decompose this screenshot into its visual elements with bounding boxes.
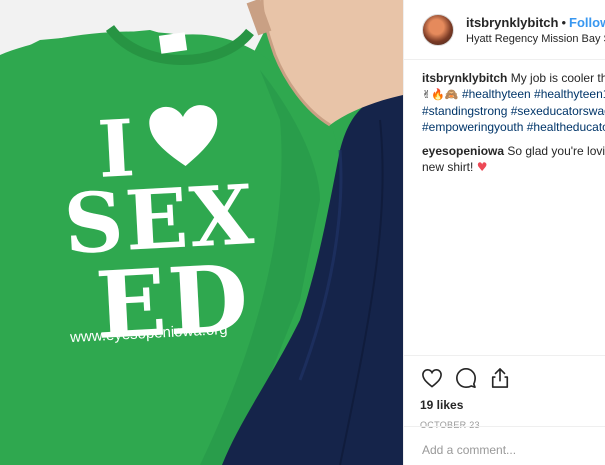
post-side-panel: itsbrynklybitch•Follow Hyatt Regency Mis… bbox=[403, 0, 605, 465]
comment-text: So glad you're loving y bbox=[507, 144, 605, 158]
hashtag-link[interactable]: #healthyteen18 bbox=[534, 87, 605, 101]
header-username[interactable]: itsbrynklybitch bbox=[466, 15, 558, 30]
add-comment-input[interactable] bbox=[422, 443, 592, 457]
instagram-post: I SEX ED www.eyesopeniowa.org itsbrynkly… bbox=[0, 0, 605, 465]
post-photo[interactable]: I SEX ED www.eyesopeniowa.org bbox=[0, 0, 403, 465]
header-row: itsbrynklybitch•Follow bbox=[466, 15, 605, 30]
comment-item: eyesopeniowa So glad you're loving y new… bbox=[422, 143, 605, 175]
heart-outline-icon[interactable] bbox=[420, 366, 444, 390]
header-separator: • bbox=[561, 14, 567, 30]
caption: itsbrynklybitch My job is cooler than y … bbox=[422, 70, 605, 135]
hashtag-link[interactable]: #healthyteen bbox=[462, 87, 531, 101]
likes-count[interactable]: 19 likes bbox=[420, 398, 605, 412]
follow-button[interactable]: Follow bbox=[569, 15, 605, 30]
comment-text-continued: new shirt! bbox=[422, 160, 474, 174]
location-link[interactable]: Hyatt Regency Mission Bay Spa and bbox=[466, 33, 605, 45]
shirt-print: I SEX ED www.eyesopeniowa.org bbox=[0, 0, 403, 465]
post-header: itsbrynklybitch•Follow Hyatt Regency Mis… bbox=[404, 0, 605, 60]
share-icon[interactable] bbox=[488, 366, 512, 390]
hashtag-link[interactable]: #sexeducatorswag bbox=[511, 104, 605, 118]
speech-bubble-icon[interactable] bbox=[454, 366, 478, 390]
action-icons bbox=[420, 362, 605, 394]
avatar[interactable] bbox=[422, 13, 454, 46]
add-comment-bar bbox=[404, 426, 605, 465]
hashtag-link[interactable]: #empoweringyouth bbox=[422, 120, 523, 134]
red-heart-icon: ♥ bbox=[476, 160, 488, 174]
shirt-heart-icon bbox=[149, 105, 218, 166]
caption-emojis: ✌🔥🙈 bbox=[422, 88, 459, 101]
header-text: itsbrynklybitch•Follow Hyatt Regency Mis… bbox=[466, 15, 605, 45]
hashtag-link[interactable]: #standingstrong bbox=[422, 104, 507, 118]
comments-list: itsbrynklybitch My job is cooler than y … bbox=[404, 60, 605, 183]
comment-username[interactable]: eyesopeniowa bbox=[422, 144, 504, 158]
hashtag-link[interactable]: #healtheducator bbox=[527, 120, 605, 134]
action-bar: 19 likes OCTOBER 23 bbox=[404, 355, 605, 430]
caption-username[interactable]: itsbrynklybitch bbox=[422, 71, 507, 85]
caption-text: My job is cooler than y bbox=[510, 71, 605, 85]
